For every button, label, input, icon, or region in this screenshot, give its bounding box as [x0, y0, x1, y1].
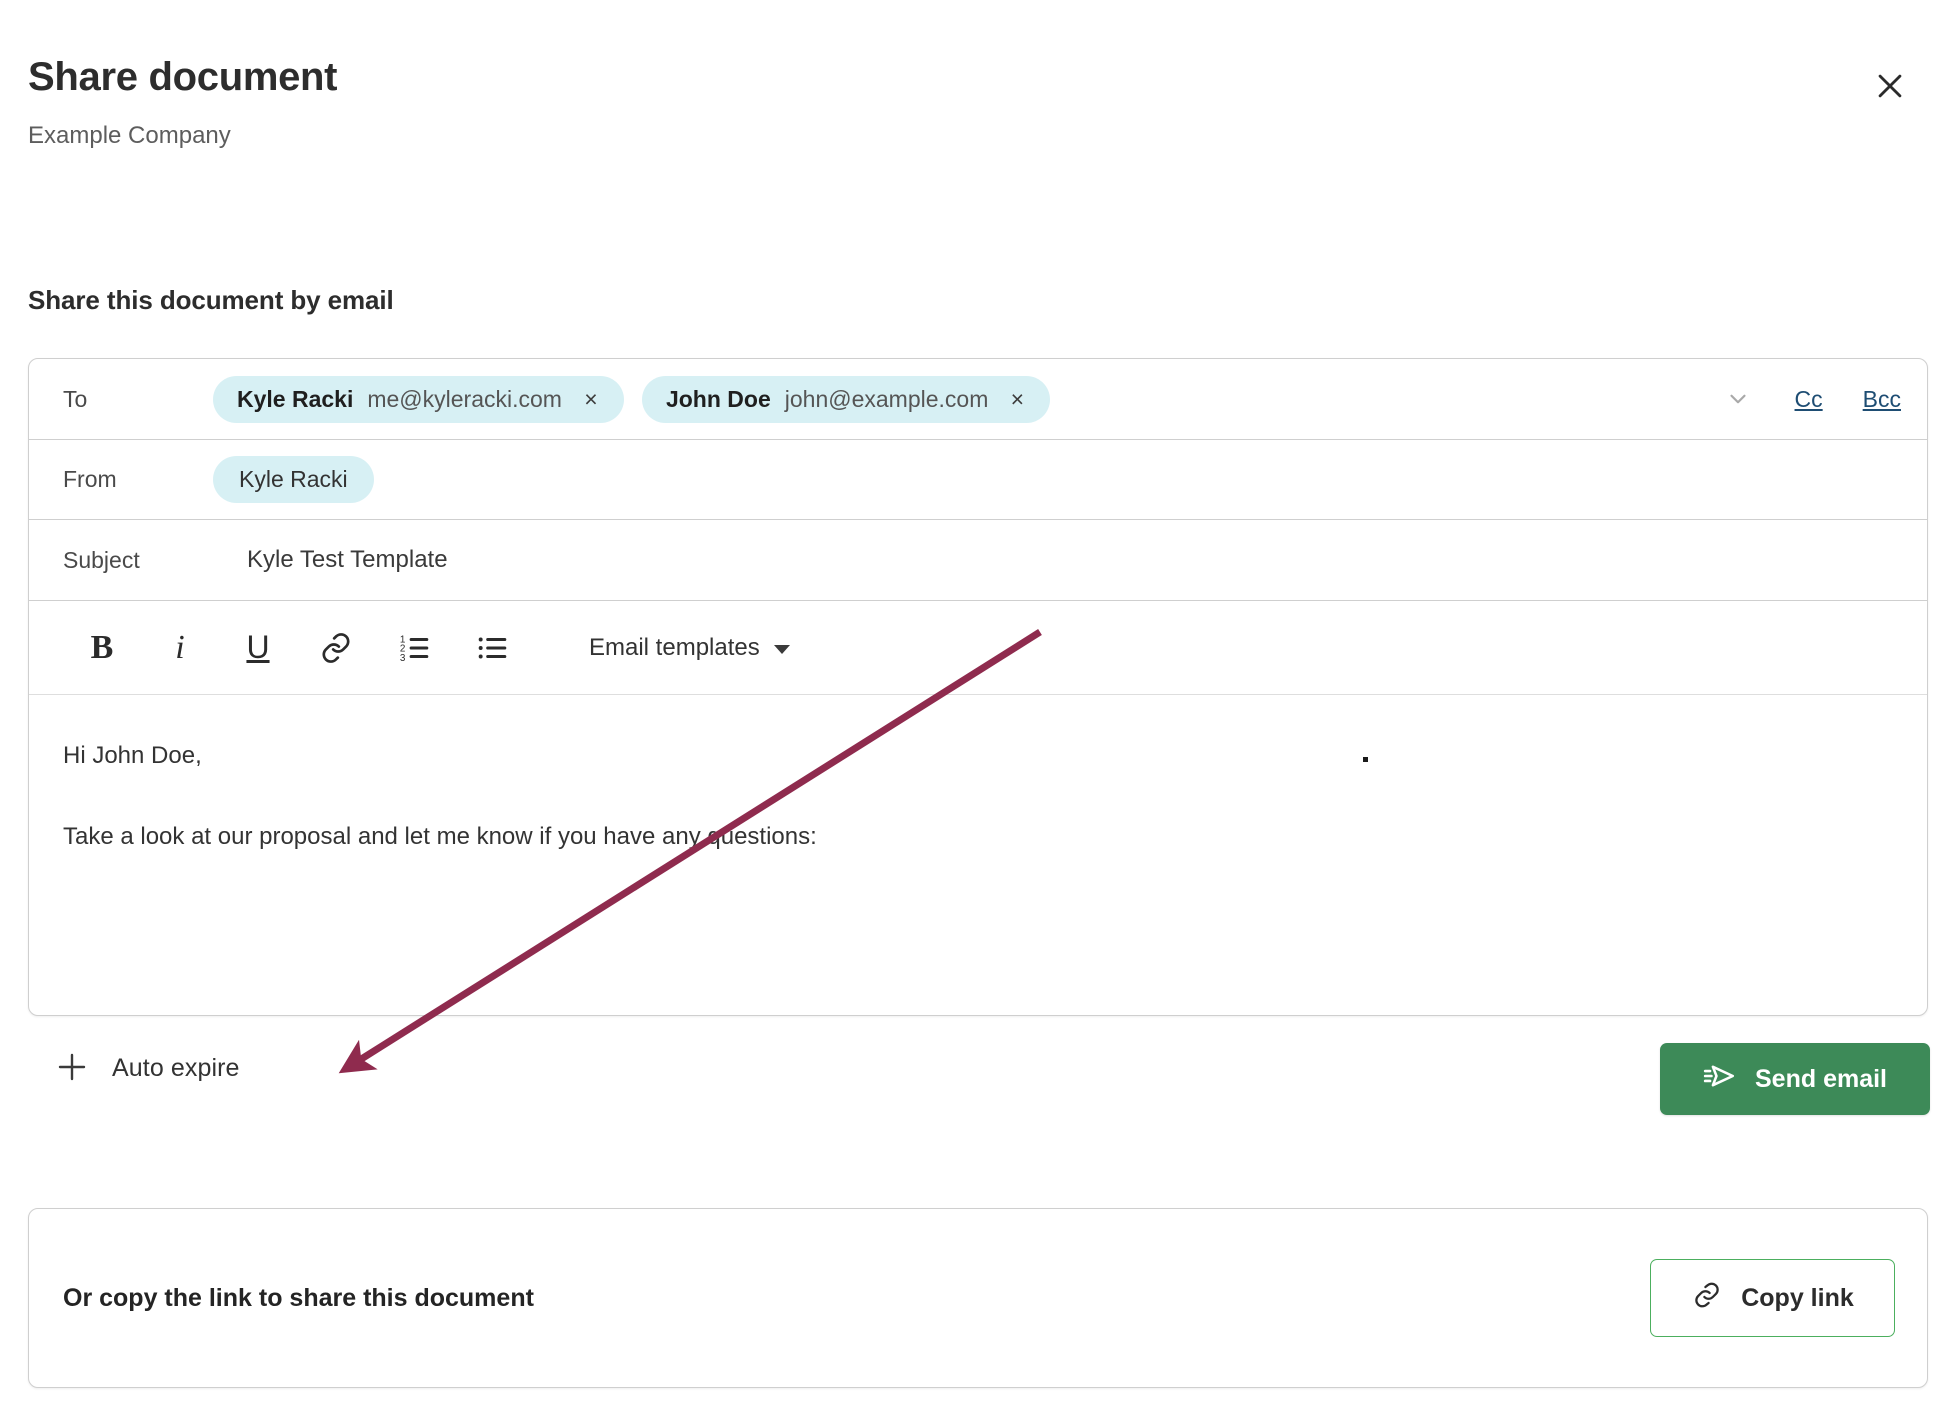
body-greeting: Hi John Doe, [63, 742, 202, 769]
caret-down-icon [773, 634, 790, 662]
remove-recipient-icon[interactable]: × [1006, 387, 1028, 410]
copy-link-button[interactable]: Copy link [1650, 1259, 1895, 1337]
section-heading: Share this document by email [28, 285, 394, 315]
subject-label: Subject [63, 546, 140, 573]
remove-recipient-icon[interactable]: × [580, 387, 602, 410]
to-label: To [63, 385, 88, 412]
plus-icon [54, 1049, 90, 1088]
to-row-actions: Cc Bcc [1701, 382, 1901, 416]
close-button[interactable] [1862, 58, 1918, 114]
to-recipient-chips: Kyle Racki me@kyleracki.com × John Doe j… [213, 375, 1701, 423]
recipient-email: john@example.com [784, 385, 989, 412]
from-field-row[interactable]: From Kyle Racki [29, 440, 1927, 520]
subject-field-row[interactable]: Subject Kyle Test Template [29, 520, 1927, 601]
link-icon [319, 631, 353, 665]
body-cursor-dot [1363, 757, 1368, 762]
subject-input[interactable]: Kyle Test Template [213, 546, 448, 574]
link-button[interactable] [297, 614, 375, 682]
underline-button[interactable]: U [219, 614, 297, 682]
email-templates-dropdown[interactable]: Email templates [589, 634, 790, 662]
close-icon [1873, 69, 1907, 103]
email-compose-card: To Kyle Racki me@kyleracki.com × John Do… [28, 358, 1928, 1016]
email-body-editor[interactable]: Hi John Doe, Take a look at our proposal… [29, 695, 1927, 1003]
bold-button[interactable]: B [63, 614, 141, 682]
bullet-list-button[interactable] [453, 614, 531, 682]
share-document-dialog: Share document Example Company Share thi… [0, 0, 1958, 1422]
bcc-link[interactable]: Bcc [1863, 386, 1901, 413]
sender-chip[interactable]: Kyle Racki [213, 456, 374, 503]
send-email-button[interactable]: Send email [1660, 1043, 1930, 1115]
from-label: From [63, 466, 117, 492]
bullet-list-icon [475, 631, 509, 665]
body-paragraph: Take a look at our proposal and let me k… [63, 822, 817, 850]
recipient-chip[interactable]: John Doe john@example.com × [641, 375, 1051, 423]
auto-expire-button[interactable]: Auto expire [54, 1049, 240, 1088]
auto-expire-label: Auto expire [112, 1054, 240, 1082]
company-subtitle: Example Company [28, 122, 231, 149]
recipient-email: me@kyleracki.com [367, 385, 562, 412]
page-title: Share document [28, 55, 338, 99]
copy-link-label: Copy link [1741, 1283, 1854, 1312]
chevron-down-icon[interactable] [1721, 382, 1755, 416]
send-email-label: Send email [1755, 1064, 1887, 1093]
dialog-header: Share document Example Company [28, 54, 1928, 150]
copy-link-description: Or copy the link to share this document [63, 1283, 534, 1312]
email-templates-label: Email templates [589, 633, 760, 661]
to-field-row[interactable]: To Kyle Racki me@kyleracki.com × John Do… [29, 359, 1927, 440]
from-chips: Kyle Racki [213, 456, 1901, 503]
copy-link-card: Or copy the link to share this document … [28, 1208, 1928, 1388]
numbered-list-icon: 1 2 3 [397, 631, 431, 665]
send-icon [1703, 1059, 1737, 1100]
italic-button[interactable]: i [141, 614, 219, 682]
editor-toolbar: B i U 1 2 3 Email templates [29, 601, 1927, 695]
cc-link[interactable]: Cc [1795, 386, 1823, 413]
link-chain-icon [1691, 1279, 1723, 1318]
recipient-name: Kyle Racki [237, 385, 354, 412]
ordered-list-button[interactable]: 1 2 3 [375, 614, 453, 682]
svg-text:3: 3 [400, 652, 406, 663]
recipient-chip[interactable]: Kyle Racki me@kyleracki.com × [213, 375, 624, 423]
recipient-name: John Doe [665, 385, 771, 412]
